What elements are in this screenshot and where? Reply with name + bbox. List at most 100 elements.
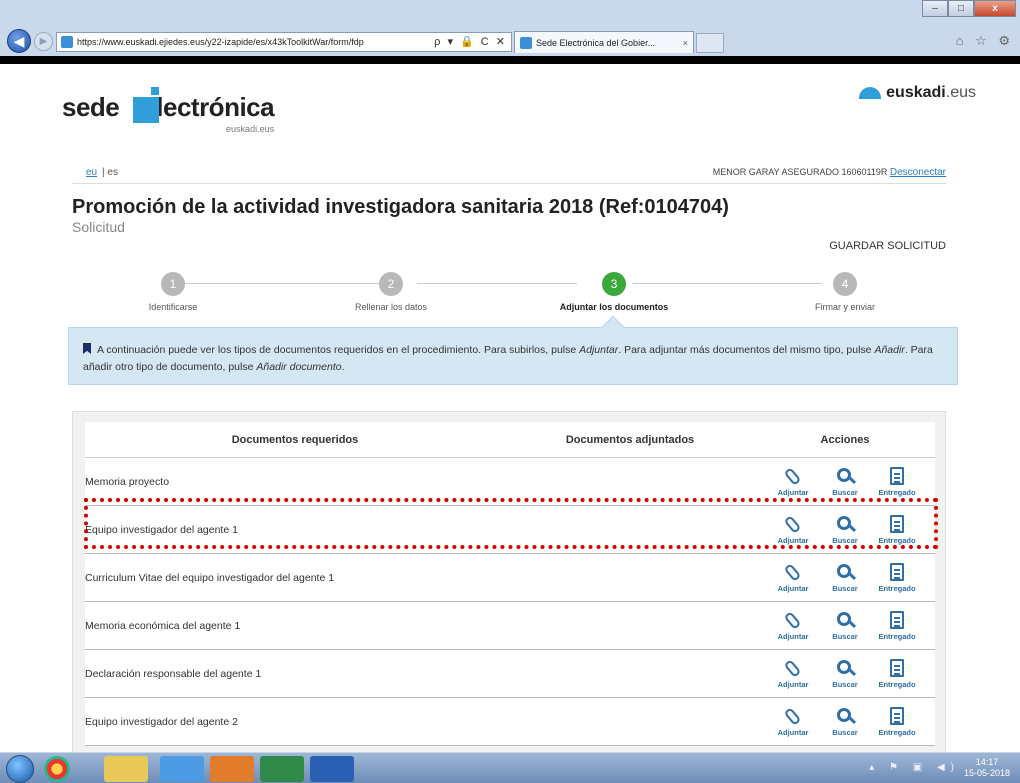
browser-toolbar-icons[interactable]: ⌂ ☆ ⚙ xyxy=(956,33,1014,49)
logo-text-sede: sede xyxy=(62,92,120,122)
taskbar: ▴ ⚑ ▣ ◀) 14:17 15-05-2018 xyxy=(0,752,1020,783)
tab-title: Sede Electrónica del Gobier... xyxy=(536,37,656,48)
step-number: 2 xyxy=(379,272,403,296)
paperclip-icon xyxy=(783,514,803,535)
bookmark-icon xyxy=(83,343,91,354)
delivered-button[interactable]: Entregado xyxy=(874,658,920,689)
table-row: Declaración responsable del agente 1 Adj… xyxy=(85,650,935,698)
info-em-add-document: Añadir documento xyxy=(256,361,342,373)
step-number: 4 xyxy=(833,272,857,296)
paperclip-icon xyxy=(783,706,803,727)
step-label: Rellenar los datos xyxy=(354,302,428,312)
address-bar-actions[interactable]: ρ ▾ 🔒 C ✕ xyxy=(434,35,507,48)
delivered-button[interactable]: Entregado xyxy=(874,706,920,737)
folder-icon[interactable] xyxy=(104,756,148,782)
excel-icon[interactable] xyxy=(260,756,304,782)
document-icon xyxy=(887,562,907,583)
back-arrow-icon[interactable]: ◀ xyxy=(7,29,31,53)
tab-favicon-icon xyxy=(520,36,532,49)
search-label: Buscar xyxy=(832,583,858,593)
document-name: Equipo investigador del agente 1 xyxy=(85,523,238,536)
attach-button[interactable]: Adjuntar xyxy=(770,706,816,737)
clock: 14:17 15-05-2018 xyxy=(964,757,1010,779)
internet-explorer-icon[interactable] xyxy=(160,756,204,782)
logo-e-block xyxy=(133,87,160,123)
delivered-button[interactable]: Entregado xyxy=(874,466,920,497)
save-application-button[interactable]: GUARDAR SOLICITUD xyxy=(829,240,946,252)
search-button[interactable]: Buscar xyxy=(822,707,868,737)
attach-button[interactable]: Adjuntar xyxy=(770,562,816,593)
search-icon xyxy=(835,707,855,727)
attach-button[interactable]: Adjuntar xyxy=(770,514,816,545)
system-tray-icons[interactable]: ▴ ⚑ ▣ ◀) xyxy=(869,762,960,773)
language-es-label[interactable]: | es xyxy=(102,167,118,178)
table-row: Curriculum Vitae del equipo investigador… xyxy=(85,554,935,602)
delivered-label: Entregado xyxy=(878,487,916,497)
attach-label: Adjuntar xyxy=(777,679,809,689)
logout-link[interactable]: Desconectar xyxy=(890,167,946,178)
attach-button[interactable]: Adjuntar xyxy=(770,466,816,497)
table-row: Memoria económica del agente 1 Adjuntar … xyxy=(85,602,935,650)
info-text-2: . Para adjuntar más documentos del mismo… xyxy=(618,344,875,356)
document-name: Memoria proyecto xyxy=(85,475,170,488)
table-row: Equipo investigador del agente 2 Adjunta… xyxy=(85,698,935,746)
delivered-label: Entregado xyxy=(878,727,916,737)
search-icon xyxy=(835,467,855,487)
delivered-label: Entregado xyxy=(878,679,916,689)
document-icon xyxy=(887,610,907,631)
document-name: Equipo investigador del agente 2 xyxy=(85,715,238,728)
attach-label: Adjuntar xyxy=(777,631,809,641)
maximize-button[interactable]: □ xyxy=(948,0,974,17)
document-icon xyxy=(887,514,907,535)
address-bar[interactable]: https://www.euskadi.ejiedes.eus/y22-izap… xyxy=(56,32,512,52)
info-em-attach: Adjuntar xyxy=(579,344,619,356)
info-text-4: . xyxy=(341,361,345,373)
step-number: 3 xyxy=(602,272,626,296)
start-button[interactable] xyxy=(6,755,34,783)
search-button[interactable]: Buscar xyxy=(822,611,868,641)
minimize-button[interactable]: – xyxy=(922,0,948,17)
clock-time: 14:17 xyxy=(975,757,999,767)
sede-electronica-logo[interactable]: sede lectrónica euskadi.eus xyxy=(62,87,275,134)
logo-subtext: euskadi.eus xyxy=(226,124,275,134)
site-favicon-icon xyxy=(61,36,73,48)
word-icon[interactable] xyxy=(310,756,354,782)
step-3: 3 Adjuntar los documentos xyxy=(539,272,689,312)
attach-button[interactable]: Adjuntar xyxy=(770,658,816,689)
euskadi-logo[interactable]: euskadi .eus xyxy=(859,84,976,102)
url-text: https://www.euskadi.ejiedes.eus/y22-izap… xyxy=(77,37,364,47)
forward-arrow-icon[interactable]: ▶ xyxy=(34,32,53,51)
close-window-button[interactable]: x xyxy=(974,0,1016,17)
attach-button[interactable]: Adjuntar xyxy=(770,610,816,641)
progress-steps: 1 Identificarse 2 Rellenar los datos 3 A… xyxy=(72,272,946,322)
search-button[interactable]: Buscar xyxy=(822,659,868,689)
delivered-button[interactable]: Entregado xyxy=(874,514,920,545)
browser-tab[interactable]: Sede Electrónica del Gobier... × xyxy=(514,31,694,53)
delivered-label: Entregado xyxy=(878,631,916,641)
column-header-actions: Acciones xyxy=(820,433,870,446)
window-controls: – □ x xyxy=(922,0,1016,17)
search-button[interactable]: Buscar xyxy=(822,467,868,497)
step-label: Adjuntar los documentos xyxy=(559,302,669,312)
document-name: Declaración responsable del agente 1 xyxy=(85,667,262,680)
delivered-button[interactable]: Entregado xyxy=(874,562,920,593)
table-row: Memoria proyecto Adjuntar Buscar Entrega… xyxy=(85,458,935,506)
attach-label: Adjuntar xyxy=(777,583,809,593)
tab-close-icon[interactable]: × xyxy=(683,38,688,48)
search-icon xyxy=(835,659,855,679)
document-icon xyxy=(887,706,907,727)
search-icon xyxy=(835,515,855,535)
new-tab-button[interactable] xyxy=(696,33,724,53)
delivered-button[interactable]: Entregado xyxy=(874,610,920,641)
row-actions: Adjuntar Buscar Entregado xyxy=(755,562,935,593)
search-button[interactable]: Buscar xyxy=(822,563,868,593)
column-header-required: Documentos requeridos xyxy=(231,433,359,446)
outlook-icon[interactable] xyxy=(210,756,254,782)
document-icon xyxy=(887,658,907,679)
paperclip-icon xyxy=(783,466,803,487)
chrome-icon[interactable] xyxy=(44,756,70,782)
search-label: Buscar xyxy=(832,535,858,545)
language-eu-link[interactable]: eu xyxy=(86,167,97,178)
info-box: A continuación puede ver los tipos de do… xyxy=(68,315,958,385)
search-button[interactable]: Buscar xyxy=(822,515,868,545)
